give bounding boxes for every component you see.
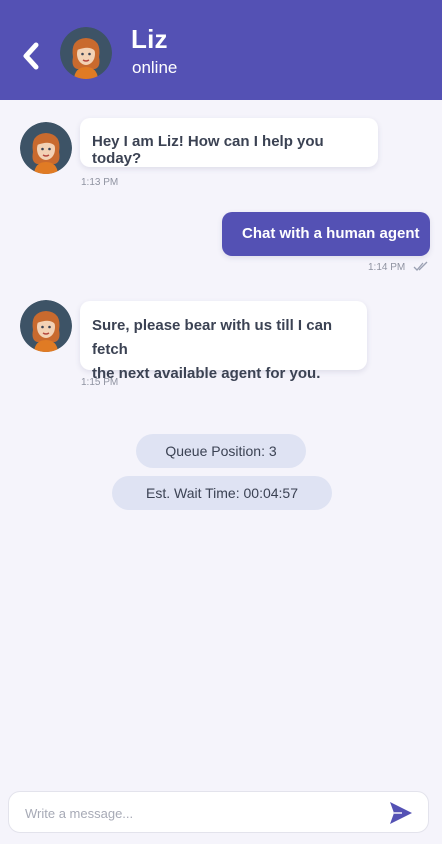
send-icon: [390, 802, 412, 824]
message-text: Chat with a human agent: [242, 225, 420, 242]
back-button[interactable]: [14, 38, 48, 74]
message-text: Hey I am Liz! How can I help you today?: [92, 133, 324, 167]
avatar: [60, 27, 112, 79]
wait-time-badge: Est. Wait Time: 00:04:57: [112, 476, 332, 510]
bot-message-bubble: Sure, please bear with us till I can fet…: [80, 301, 367, 382]
avatar: [20, 300, 72, 352]
contact-status: online: [132, 58, 178, 77]
checkmark-icon: [413, 261, 428, 271]
message-input[interactable]: [23, 792, 367, 834]
chevron-left-icon: [23, 42, 39, 70]
send-button[interactable]: [388, 800, 414, 826]
bot-message-bubble: Hey I am Liz! How can I help you today?: [80, 118, 378, 167]
user-message-bubble: Chat with a human agent: [222, 212, 430, 256]
message-timestamp: 1:14 PM: [368, 262, 406, 273]
avatar: [20, 122, 72, 174]
message-timestamp: 1:15 PM: [81, 377, 119, 388]
message-text-line: the next available agent for you.: [92, 365, 321, 382]
message-timestamp: 1:13 PM: [81, 177, 119, 188]
message-text-line: Sure, please bear with us till I can fet…: [92, 317, 333, 358]
queue-position-badge: Queue Position: 3: [136, 434, 306, 468]
contact-name: Liz: [131, 24, 168, 54]
chat-header: Liz online: [0, 0, 442, 100]
message-composer: [8, 791, 429, 834]
